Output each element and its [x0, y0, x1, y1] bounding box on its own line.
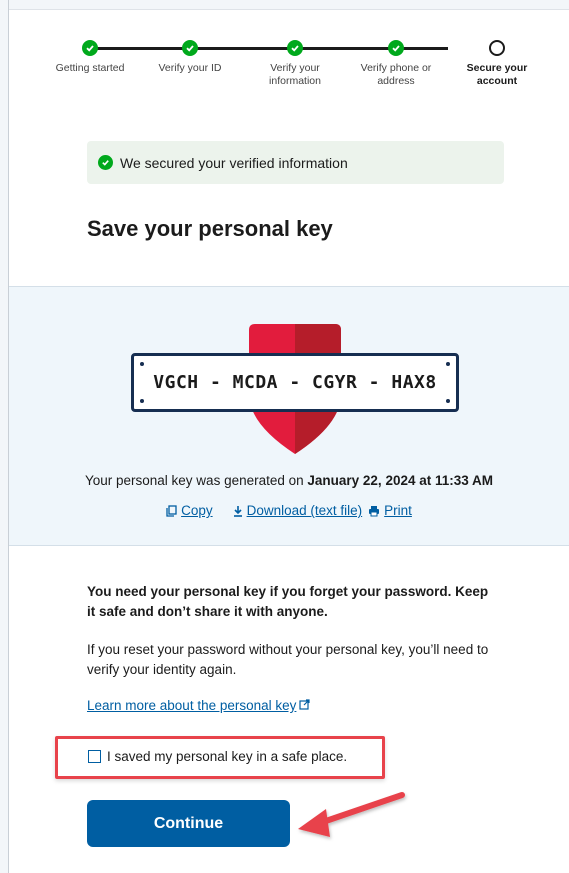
- step-label: Verify your information: [269, 62, 321, 87]
- bolt-decoration: [446, 399, 450, 403]
- step-label: Verify your ID: [158, 62, 222, 74]
- step-secure-account: Secure your account: [447, 36, 547, 88]
- highlight-box: I saved my personal key in a safe place.: [55, 736, 385, 779]
- step-verify-information: Verify your information: [245, 36, 345, 88]
- key-actions: Copy Download (text file) Print: [9, 503, 569, 518]
- copy-label: Copy: [181, 503, 213, 518]
- download-icon: [233, 505, 242, 517]
- info-text: If you reset your password without your …: [87, 642, 489, 677]
- current-step-icon: [489, 40, 505, 56]
- copy-button[interactable]: Copy: [166, 503, 213, 518]
- personal-key-display: VGCH - MCDA - CGYR - HAX8: [131, 353, 459, 412]
- page-title: Save your personal key: [87, 216, 333, 241]
- personal-key-value: VGCH - MCDA - CGYR - HAX8: [153, 372, 437, 393]
- check-icon: [82, 40, 98, 56]
- step-indicator: Getting started Verify your ID Verify yo…: [40, 36, 527, 100]
- print-label: Print: [384, 503, 412, 518]
- bolt-decoration: [446, 362, 450, 366]
- check-circle-icon: [98, 155, 113, 170]
- bolt-decoration: [140, 399, 144, 403]
- bolt-decoration: [140, 362, 144, 366]
- step-getting-started: Getting started: [40, 36, 140, 75]
- checkbox-label: I saved my personal key in a safe place.: [107, 749, 348, 764]
- print-icon: [369, 505, 380, 516]
- external-link-icon: [299, 699, 310, 710]
- personal-key-panel: VGCH - MCDA - CGYR - HAX8 Your personal …: [9, 286, 569, 546]
- download-link[interactable]: Download (text file): [233, 503, 363, 518]
- check-icon: [287, 40, 303, 56]
- step-verify-id: Verify your ID: [140, 36, 240, 75]
- generated-prefix: Your personal key was generated on: [84, 473, 308, 488]
- warning-text: You need your personal key if you forget…: [87, 584, 489, 619]
- success-alert: We secured your verified information: [87, 141, 504, 184]
- generated-date-text: Your personal key was generated on Janua…: [9, 473, 569, 488]
- download-label: Download (text file): [246, 503, 363, 518]
- saved-key-checkbox[interactable]: [88, 750, 101, 763]
- step-label: Getting started: [55, 62, 125, 74]
- window-top-edge: [0, 0, 569, 9]
- check-icon: [388, 40, 404, 56]
- generated-date: January 22, 2024 at 11:33 AM: [307, 473, 494, 488]
- continue-button[interactable]: Continue: [87, 800, 290, 847]
- print-button[interactable]: Print: [368, 503, 412, 518]
- window-left-edge: [0, 0, 9, 873]
- check-icon: [182, 40, 198, 56]
- step-verify-phone: Verify phone or address: [346, 36, 446, 88]
- copy-icon: [166, 504, 177, 517]
- learn-more-label: Learn more about the personal key: [87, 698, 297, 713]
- step-label: Secure your account: [466, 62, 528, 87]
- learn-more-link[interactable]: Learn more about the personal key: [87, 698, 310, 713]
- alert-text: We secured your verified information: [120, 154, 348, 171]
- step-label: Verify phone or address: [360, 62, 432, 87]
- arrow-annotation-icon: [298, 792, 405, 837]
- saved-key-checkbox-row[interactable]: I saved my personal key in a safe place.: [88, 749, 347, 764]
